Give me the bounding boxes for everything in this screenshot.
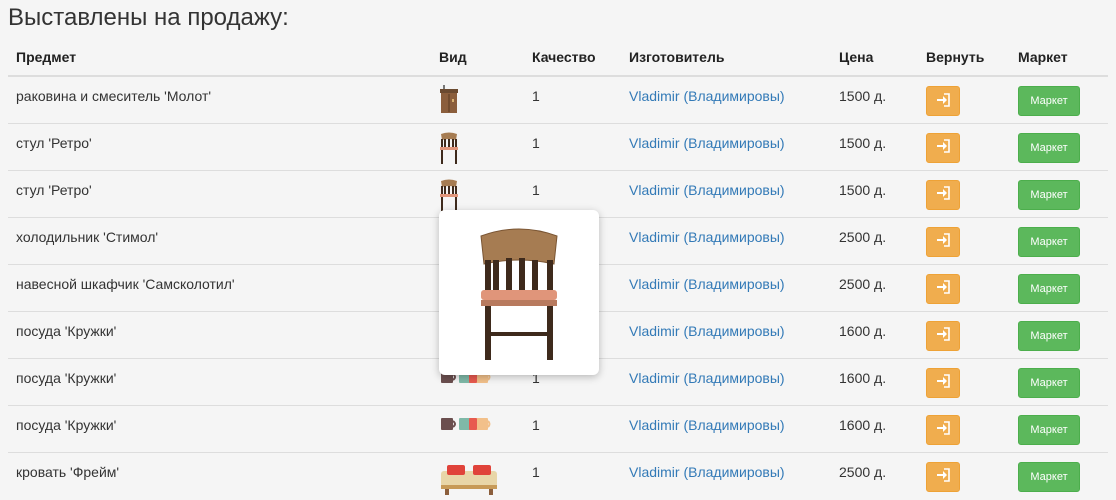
item-name: холодильник 'Стимол' xyxy=(8,216,431,264)
item-name: навесной шкафчик 'Самсколотил' xyxy=(8,263,431,311)
item-name: посуда 'Кружки' xyxy=(8,357,431,405)
item-quality: 1 xyxy=(524,75,621,123)
maker-link[interactable]: Vladimir (Владимировы) xyxy=(629,323,785,339)
return-button[interactable] xyxy=(926,367,960,398)
header-maker: Изготовитель xyxy=(621,38,831,77)
market-button[interactable]: Маркет xyxy=(1018,273,1080,304)
return-button[interactable] xyxy=(926,273,960,304)
sign-in-icon xyxy=(936,421,950,438)
item-price: 1500 д. xyxy=(831,169,918,217)
return-button[interactable] xyxy=(926,226,960,257)
sign-in-icon xyxy=(936,327,950,344)
item-name: стул 'Ретро' xyxy=(8,169,431,217)
maker-link[interactable]: Vladimir (Владимировы) xyxy=(629,464,785,480)
market-button[interactable]: Маркет xyxy=(1018,367,1080,398)
sign-in-icon xyxy=(936,374,950,391)
market-button[interactable]: Маркет xyxy=(1018,132,1080,163)
market-button[interactable]: Маркет xyxy=(1018,226,1080,257)
sign-in-icon xyxy=(936,186,950,203)
item-quality: 1 xyxy=(524,404,621,452)
item-name: раковина и смеситель 'Молот' xyxy=(8,75,431,123)
item-preview-popup xyxy=(439,210,599,375)
sign-in-icon xyxy=(936,92,950,110)
market-button[interactable]: Маркет xyxy=(1018,320,1080,351)
return-button[interactable] xyxy=(926,414,960,445)
table-row: раковина и смеситель 'Молот' 1 Vladimir (В… xyxy=(8,75,1108,123)
chair-icon xyxy=(480,228,558,360)
item-price: 1600 д. xyxy=(831,357,918,405)
header-market: Маркет xyxy=(1010,38,1108,77)
maker-link[interactable]: Vladimir (Владимировы) xyxy=(629,276,785,292)
page-title: Выставлены на продажу: xyxy=(8,4,289,31)
maker-link[interactable]: Vladimir (Владимировы) xyxy=(629,370,785,386)
header-return: Вернуть xyxy=(918,38,1010,77)
item-price: 1500 д. xyxy=(831,75,918,123)
header-quality: Качество xyxy=(524,38,621,77)
table-row: стул 'Ретро' 1 Vladimir (Владимировы) 1500 … xyxy=(8,122,1108,170)
table-row: кровать 'Фрейм' 1 Vladimir (Владимировы) 25… xyxy=(8,451,1108,499)
item-price: 2500 д. xyxy=(831,451,918,499)
return-button[interactable] xyxy=(926,132,960,163)
item-price: 2500 д. xyxy=(831,216,918,264)
item-price: 2500 д. xyxy=(831,263,918,311)
table-header-row: Предмет Вид Качество Изготовитель Цена В… xyxy=(8,38,1108,77)
market-button[interactable]: Маркет xyxy=(1018,461,1080,492)
market-button[interactable]: Маркет xyxy=(1018,86,1080,116)
header-price: Цена xyxy=(831,38,918,77)
sign-in-icon xyxy=(936,139,950,156)
item-price: 1600 д. xyxy=(831,404,918,452)
item-price: 1600 д. xyxy=(831,310,918,358)
header-item: Предмет xyxy=(8,38,431,77)
bed-icon[interactable] xyxy=(439,461,516,498)
item-name: стул 'Ретро' xyxy=(8,122,431,170)
item-quality: 1 xyxy=(524,122,621,170)
return-button[interactable] xyxy=(926,320,960,351)
maker-link[interactable]: Vladimir (Владимировы) xyxy=(629,417,785,433)
return-button[interactable] xyxy=(926,86,960,116)
header-view: Вид xyxy=(431,38,524,77)
market-button[interactable]: Маркет xyxy=(1018,179,1080,210)
table-row: посуда 'Кружки' 1 Vladimir (Владимировы) 16… xyxy=(8,404,1108,452)
chair-icon[interactable] xyxy=(439,179,516,214)
return-button[interactable] xyxy=(926,461,960,492)
maker-link[interactable]: Vladimir (Владимировы) xyxy=(629,88,785,104)
item-name: посуда 'Кружки' xyxy=(8,310,431,358)
sign-in-icon xyxy=(936,468,950,485)
return-button[interactable] xyxy=(926,179,960,210)
item-quality: 1 xyxy=(524,451,621,499)
chair-icon[interactable] xyxy=(439,132,516,167)
market-button[interactable]: Маркет xyxy=(1018,414,1080,445)
sign-in-icon xyxy=(936,280,950,297)
item-name: кровать 'Фрейм' xyxy=(8,451,431,499)
item-price: 1500 д. xyxy=(831,122,918,170)
item-name: посуда 'Кружки' xyxy=(8,404,431,452)
sink-cabinet-icon[interactable] xyxy=(439,85,516,118)
maker-link[interactable]: Vladimir (Владимировы) xyxy=(629,135,785,151)
sign-in-icon xyxy=(936,233,950,250)
maker-link[interactable]: Vladimir (Владимировы) xyxy=(629,182,785,198)
mugs-icon[interactable] xyxy=(439,414,516,435)
maker-link[interactable]: Vladimir (Владимировы) xyxy=(629,229,785,245)
